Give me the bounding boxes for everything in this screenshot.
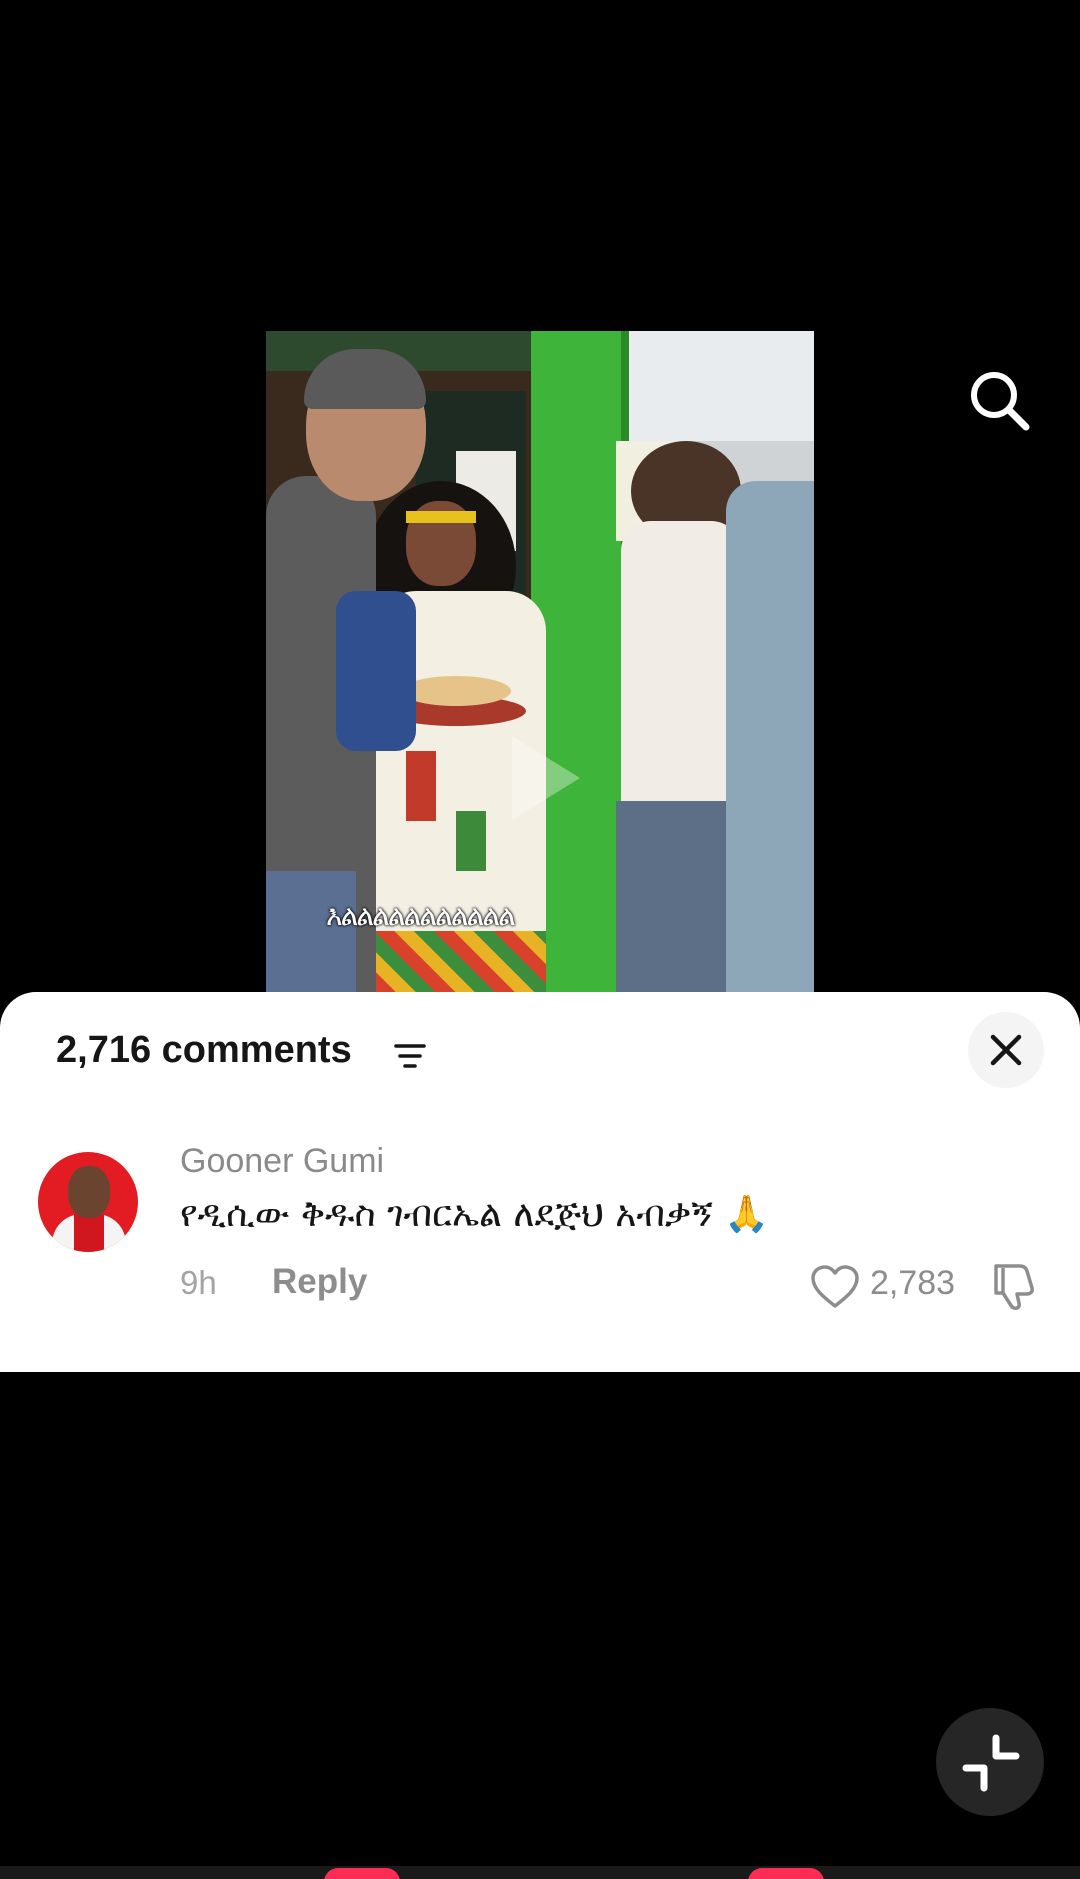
search-icon[interactable] — [968, 369, 1032, 433]
nav-indicator — [748, 1868, 824, 1879]
video-player[interactable]: እልልልልልልልልልልል — [266, 331, 814, 992]
comments-count: 2,716 comments — [56, 1029, 352, 1071]
minimize-icon — [962, 1734, 1020, 1792]
close-button[interactable] — [968, 1012, 1044, 1088]
close-icon — [990, 1034, 1022, 1066]
avatar[interactable] — [38, 1152, 138, 1252]
play-icon[interactable] — [512, 736, 580, 820]
nav-indicator — [324, 1868, 400, 1879]
comment-text: የዲሲው ቅዱስ ገብርኤል ለደጅህ አብቃኝ 🙏 — [180, 1194, 770, 1235]
like-count: 2,783 — [870, 1264, 956, 1302]
thumbs-down-icon[interactable] — [990, 1260, 1038, 1312]
bottom-nav-edge — [0, 1866, 1080, 1879]
minimize-button[interactable] — [936, 1708, 1044, 1816]
comments-panel: 2,716 comments Gooner Gumi የዲሲው ቅዱስ ገብርኤ… — [0, 992, 1080, 1372]
sort-filter-icon[interactable] — [394, 1042, 426, 1070]
heart-icon[interactable] — [810, 1264, 860, 1310]
screen: እልልልልልልልልልልል 2,716 comments Gooner Gumi … — [0, 0, 1080, 1879]
reply-button[interactable]: Reply — [272, 1262, 367, 1302]
video-caption: እልልልልልልልልልልል — [326, 899, 516, 932]
comment-username[interactable]: Gooner Gumi — [180, 1142, 384, 1181]
comment-time: 9h — [180, 1264, 217, 1301]
